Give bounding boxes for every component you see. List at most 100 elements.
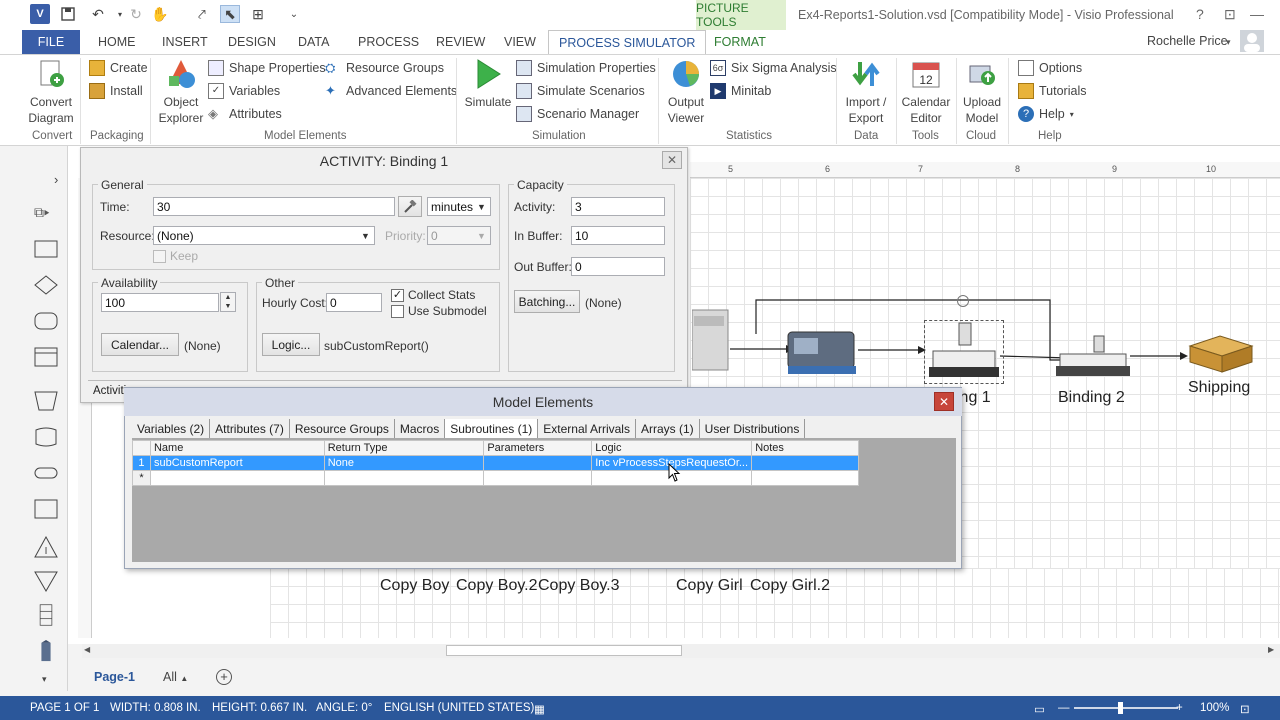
convert-diagram-button[interactable]: Convert Diagram [26, 58, 76, 126]
tab-attributes[interactable]: Attributes (7) [210, 419, 290, 439]
out-buffer-input[interactable]: 0 [571, 257, 665, 276]
zoom-out-icon[interactable]: — [1058, 702, 1070, 714]
binding-machine-icon[interactable] [1052, 334, 1134, 380]
collect-stats-checkbox[interactable]: ✓ [391, 289, 404, 302]
scroll-right-icon[interactable]: ▶ [1268, 645, 1274, 654]
fit-page-icon[interactable]: ▭ [1034, 702, 1045, 716]
shape-properties-button[interactable]: Shape Properties [208, 58, 326, 78]
variables-button[interactable]: ✓ Variables [208, 81, 280, 101]
output-viewer-button[interactable]: Output Viewer [664, 58, 708, 126]
use-submodel-checkbox[interactable] [391, 305, 404, 318]
zoom-level[interactable]: 100% [1200, 702, 1229, 714]
zoom-slider-thumb[interactable] [1118, 702, 1123, 714]
copier-machine-icon[interactable] [692, 306, 732, 376]
empty-cell[interactable] [483, 470, 593, 486]
layout-icon[interactable]: ⊞ [248, 5, 268, 23]
empty-cell[interactable] [323, 470, 485, 486]
expression-builder-button[interactable] [398, 196, 422, 217]
building-icon[interactable] [34, 640, 58, 662]
row-number[interactable]: 1 [132, 455, 151, 471]
tab-variables[interactable]: Variables (2) [132, 419, 211, 439]
page-tab-page-1[interactable]: Page-1 [94, 670, 135, 684]
status-height[interactable]: HEIGHT: 0.667 IN. [212, 702, 307, 714]
parameters-cell[interactable] [483, 455, 593, 471]
tab-resource-groups[interactable]: Resource Groups [289, 419, 395, 439]
fit-window-icon[interactable]: ⊡ [1240, 702, 1250, 716]
minitab-button[interactable]: ▶ Minitab [710, 81, 771, 101]
install-button[interactable]: Install [89, 81, 143, 101]
tab-file[interactable]: FILE [22, 30, 80, 54]
tab-design[interactable]: DESIGN [218, 30, 286, 54]
status-language[interactable]: ENGLISH (UNITED STATES) [384, 702, 534, 714]
tab-subroutines[interactable]: Subroutines (1) [445, 419, 539, 439]
close-icon[interactable]: ✕ [662, 151, 682, 169]
film-strip-icon[interactable] [34, 604, 58, 626]
object-explorer-button[interactable]: Object Explorer [158, 58, 204, 126]
help-icon[interactable]: ? [1196, 6, 1204, 22]
in-buffer-input[interactable]: 10 [571, 226, 665, 245]
column-header-notes[interactable]: Notes [751, 440, 859, 456]
tab-format[interactable]: FORMAT [704, 30, 776, 54]
rectangle-shape-icon[interactable] [34, 498, 58, 520]
redo-icon[interactable]: ↻ [126, 5, 146, 23]
simulation-properties-button[interactable]: Simulation Properties [516, 58, 656, 78]
attributes-button[interactable]: ◈ Attributes [208, 104, 282, 124]
tab-activity[interactable]: Activiti [93, 385, 126, 397]
column-header-return-type[interactable]: Return Type [323, 440, 485, 456]
minimize-icon[interactable]: — [1250, 6, 1264, 22]
column-header-name[interactable]: Name [149, 440, 325, 456]
import-export-button[interactable]: Import / Export [842, 58, 890, 126]
close-icon[interactable]: ✕ [934, 392, 954, 411]
activity-dialog-title[interactable]: ACTIVITY: Binding 1 [80, 148, 688, 174]
tutorials-button[interactable]: Tutorials [1018, 81, 1086, 101]
tab-insert[interactable]: INSERT [152, 30, 218, 54]
time-input[interactable]: 30 [153, 197, 395, 216]
tab-review[interactable]: REVIEW [426, 30, 495, 54]
tab-user-distributions[interactable]: User Distributions [699, 419, 806, 439]
user-name[interactable]: Rochelle Price [1147, 34, 1228, 48]
ribbon-display-icon[interactable]: ⊡ [1224, 6, 1236, 23]
status-angle[interactable]: ANGLE: 0° [316, 702, 372, 714]
user-dropdown-icon[interactable]: ▾ [1226, 37, 1231, 48]
return-type-cell[interactable]: None [323, 455, 485, 471]
availability-input[interactable]: 100 [101, 293, 219, 312]
scenario-manager-button[interactable]: Scenario Manager [516, 104, 639, 124]
batching-button[interactable]: Batching... [514, 290, 580, 313]
column-header-parameters[interactable]: Parameters [483, 440, 593, 456]
binding-1-shape[interactable] [924, 320, 1004, 384]
availability-spinner[interactable]: ▲ ▼ [220, 292, 236, 312]
activity-capacity-input[interactable]: 3 [571, 197, 665, 216]
new-row-marker[interactable]: * [132, 470, 151, 486]
macro-record-icon[interactable]: ▦ [534, 702, 545, 716]
scroll-left-icon[interactable]: ◀ [84, 645, 90, 654]
tape-shape-icon[interactable] [34, 426, 58, 448]
simulate-button[interactable]: Simulate [462, 58, 514, 110]
resource-groups-button[interactable]: ⛭ Resource Groups [325, 58, 444, 78]
table-row-new[interactable]: * [132, 470, 859, 486]
empty-cell[interactable] [751, 470, 859, 486]
zoom-slider-track[interactable] [1074, 707, 1178, 709]
create-button[interactable]: Create [89, 58, 148, 78]
package-box-icon[interactable] [1186, 334, 1256, 374]
merge-triangle-icon[interactable] [34, 570, 58, 592]
status-width[interactable]: WIDTH: 0.808 IN. [110, 702, 201, 714]
upload-model-button[interactable]: Upload Model [960, 58, 1004, 126]
tab-view[interactable]: VIEW [494, 30, 546, 54]
customize-toolbar-icon[interactable]: ⌄ [284, 5, 304, 23]
tab-external-arrivals[interactable]: External Arrivals [538, 419, 636, 439]
expand-shapes-icon[interactable]: › [54, 172, 58, 187]
rectangle-shape-icon[interactable] [34, 238, 58, 260]
advanced-elements-button[interactable]: ✦ Advanced Elements [325, 81, 457, 101]
avatar[interactable] [1240, 30, 1264, 52]
all-pages-button[interactable]: All ▲ [163, 670, 188, 684]
tab-process[interactable]: PROCESS [348, 30, 429, 54]
visio-logo-icon[interactable]: V [30, 4, 50, 24]
column-header-logic[interactable]: Logic [591, 440, 753, 456]
inventory-triangle-icon[interactable]: I [34, 536, 58, 558]
model-elements-title[interactable]: Model Elements [124, 388, 962, 416]
subroutine-name-cell[interactable]: subCustomReport [149, 455, 325, 471]
rounded-rectangle-shape-icon[interactable] [34, 310, 58, 332]
tab-process-simulator[interactable]: PROCESS SIMULATOR [548, 30, 707, 55]
hourly-cost-input[interactable]: 0 [326, 293, 382, 312]
empty-cell[interactable] [149, 470, 325, 486]
